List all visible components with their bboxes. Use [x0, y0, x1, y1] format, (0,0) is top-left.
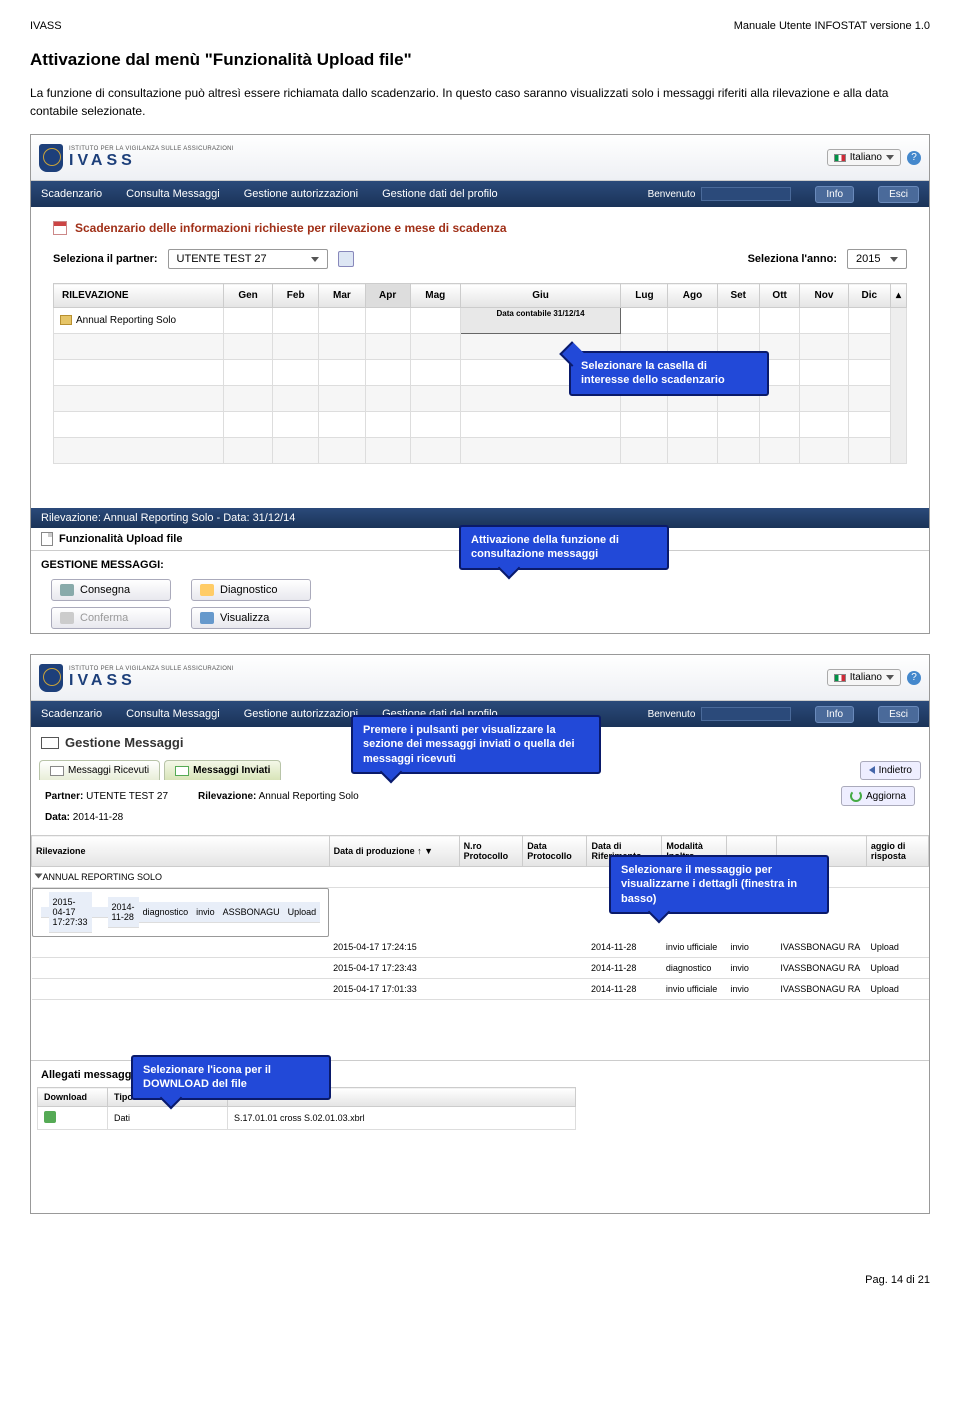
doc-source: IVASS [30, 20, 62, 32]
message-row[interactable]: 2015-04-17 17:01:332014-11-28invio uffic… [32, 979, 929, 1000]
logo-text: IVASS [69, 152, 234, 170]
envelope-sent-icon [175, 766, 189, 776]
callout-select-message: Selezionare il messaggio per visualizzar… [609, 855, 829, 914]
nav-gestione-autorizzazioni[interactable]: Gestione autorizzazioni [244, 708, 358, 720]
chevron-down-icon [311, 257, 319, 262]
schedule-table: RILEVAZIONE GenFeb MarApr MagGiu LugAgo … [53, 283, 907, 464]
tab-messaggi-ricevuti[interactable]: Messaggi Ricevuti [39, 760, 160, 780]
diagnostico-button[interactable]: Diagnostico [191, 579, 311, 601]
scroll-up-icon[interactable]: ▴ [891, 284, 907, 308]
conferma-button[interactable]: Conferma [51, 607, 171, 629]
page-footer: Pag. 14 di 21 [0, 1254, 960, 1296]
logout-button[interactable]: Esci [878, 186, 919, 203]
ivass-logo: ISTITUTO PER LA VIGILANZA SULLE ASSICURA… [39, 144, 234, 172]
partner-label: Seleziona il partner: [53, 253, 158, 265]
callout-press-buttons: Premere i pulsanti per visualizzare la s… [351, 715, 601, 774]
gestione-messaggi-title: Gestione Messaggi [65, 735, 183, 750]
nav-gestione-dati-profilo[interactable]: Gestione dati del profilo [382, 188, 498, 200]
arrow-left-icon [869, 766, 875, 774]
panel-title: Scadenzario delle informazioni richieste… [75, 221, 507, 235]
section-heading: Attivazione dal menù "Funzionalità Uploa… [30, 50, 930, 70]
callout-select-cell: Selezionare la casella di interesse dell… [569, 351, 769, 396]
info-button[interactable]: Info [815, 186, 854, 203]
nav-consulta-messaggi[interactable]: Consulta Messaggi [126, 708, 220, 720]
calendar-icon [53, 221, 67, 235]
envelope-icon [50, 766, 64, 776]
section-paragraph: La funzione di consultazione può altresì… [30, 84, 930, 120]
shield-icon [39, 144, 63, 172]
download-icon[interactable] [44, 1111, 56, 1123]
shield-icon [39, 664, 63, 692]
flag-icon [834, 674, 846, 682]
attachment-row: Dati S.17.01.01 cross S.02.01.03.xbrl [38, 1107, 576, 1130]
visualizza-button[interactable]: Visualizza [191, 607, 311, 629]
refresh-icon [850, 790, 862, 802]
consegna-button[interactable]: Consegna [51, 579, 171, 601]
view-icon [200, 612, 214, 624]
callout-download-icon: Selezionare l'icona per il DOWNLOAD del … [131, 1055, 331, 1100]
doc-title-right: Manuale Utente INFOSTAT versione 1.0 [734, 20, 930, 32]
nav-consulta-messaggi[interactable]: Consulta Messaggi [126, 188, 220, 200]
language-selector[interactable]: Italiano [827, 149, 901, 166]
user-box [701, 187, 791, 201]
col-rilevazione: RILEVAZIONE [54, 284, 224, 308]
upload-func-label: Funzionalità Upload file [59, 533, 182, 545]
callout-activate-function: Attivazione della funzione di consultazi… [459, 525, 669, 570]
delivery-icon [60, 584, 74, 596]
schedule-cell-selected[interactable]: Data contabile 31/12/14 [460, 308, 621, 334]
tab-messaggi-inviati[interactable]: Messaggi Inviati [164, 760, 281, 780]
envelope-icon [41, 737, 59, 749]
help-icon[interactable]: ? [907, 671, 921, 685]
logout-button[interactable]: Esci [878, 706, 919, 723]
collapse-icon [34, 874, 42, 879]
refresh-button[interactable]: Aggiorna [841, 786, 915, 806]
message-row[interactable]: 2015-04-17 17:23:432014-11-28diagnostico… [32, 958, 929, 979]
language-selector[interactable]: Italiano [827, 669, 901, 686]
chevron-down-icon [886, 155, 894, 160]
ivass-logo: ISTITUTO PER LA VIGILANZA SULLE ASSICURA… [39, 664, 234, 692]
year-select[interactable]: 2015 [847, 249, 907, 269]
survey-row[interactable]: Annual Reporting Solo [54, 308, 224, 334]
info-button[interactable]: Info [815, 706, 854, 723]
nav-scadenzario[interactable]: Scadenzario [41, 708, 102, 720]
year-label: Seleziona l'anno: [748, 253, 837, 265]
help-icon[interactable]: ? [907, 151, 921, 165]
message-row[interactable]: 2015-04-17 17:27:332014-11-28diagnostico… [32, 888, 330, 937]
nav-scadenzario[interactable]: Scadenzario [41, 188, 102, 200]
screenshot-scadenzario: ISTITUTO PER LA VIGILANZA SULLE ASSICURA… [30, 134, 930, 634]
logo-subtext: ISTITUTO PER LA VIGILANZA SULLE ASSICURA… [69, 146, 234, 152]
welcome-label: Benvenuto [648, 189, 696, 200]
diagnostic-icon [200, 584, 214, 596]
back-button[interactable]: Indietro [860, 761, 921, 780]
partner-select[interactable]: UTENTE TEST 27 [168, 249, 328, 269]
nav-gestione-autorizzazioni[interactable]: Gestione autorizzazioni [244, 188, 358, 200]
screenshot-gestione-messaggi: ISTITUTO PER LA VIGILANZA SULLE ASSICURA… [30, 654, 930, 1214]
flag-icon [834, 154, 846, 162]
chevron-down-icon [890, 257, 898, 262]
document-icon [41, 532, 53, 546]
confirm-icon [60, 612, 74, 624]
folder-icon [60, 315, 72, 325]
message-row[interactable]: 2015-04-17 17:24:152014-11-28invio uffic… [32, 937, 929, 958]
refresh-icon[interactable] [338, 251, 354, 267]
